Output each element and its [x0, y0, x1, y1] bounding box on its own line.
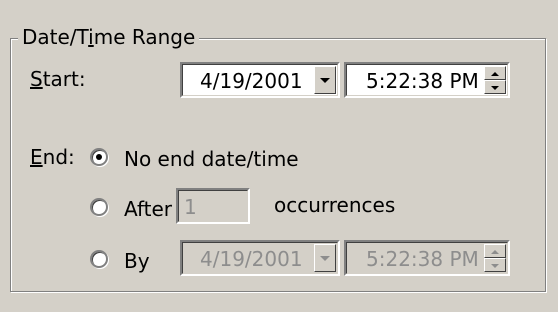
chevron-down-icon[interactable]: [314, 244, 336, 272]
spin-down-icon[interactable]: [484, 258, 506, 272]
by-time-picker[interactable]: 5:22:38 PM: [344, 240, 510, 276]
after-occurrences-input[interactable]: 1: [176, 188, 250, 224]
chevron-down-icon[interactable]: [314, 66, 336, 94]
spin-up-icon[interactable]: [484, 244, 506, 258]
end-label: End:: [30, 145, 75, 169]
occurrences-label: occurrences: [274, 193, 396, 217]
by-date-picker[interactable]: 4/19/2001: [180, 240, 340, 276]
start-date-value: 4/19/2001: [200, 69, 303, 93]
after-radio[interactable]: [90, 198, 108, 216]
start-time-value: 5:22:38 PM: [366, 69, 479, 93]
no-end-label: No end date/time: [124, 147, 299, 171]
by-time-spinner[interactable]: [484, 244, 506, 272]
start-date-picker[interactable]: 4/19/2001: [180, 62, 340, 98]
by-label: By: [124, 249, 150, 273]
after-label: After: [124, 197, 173, 221]
spin-up-icon[interactable]: [484, 66, 506, 80]
start-time-spinner[interactable]: [484, 66, 506, 94]
by-radio[interactable]: [90, 250, 108, 268]
start-label: Start:: [30, 67, 86, 91]
no-end-radio[interactable]: [90, 148, 108, 166]
group-title: Date/Time Range: [18, 24, 200, 50]
start-time-picker[interactable]: 5:22:38 PM: [344, 62, 510, 98]
spin-down-icon[interactable]: [484, 80, 506, 94]
